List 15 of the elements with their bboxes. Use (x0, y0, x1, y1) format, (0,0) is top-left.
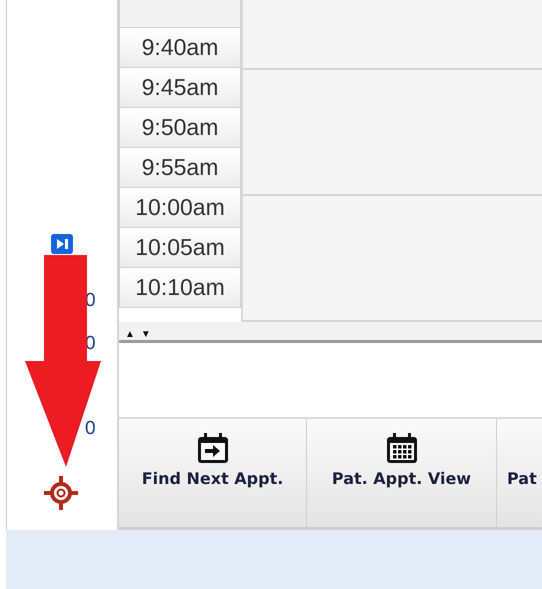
toolbar-button[interactable]: Pat (497, 419, 542, 527)
time-slot: 9:55am (119, 148, 241, 188)
count-label: 0 (85, 418, 96, 440)
skip-icon (51, 234, 73, 254)
time-slot: 9:50am (119, 108, 241, 148)
time-slot: 10:00am (119, 188, 241, 228)
scroll-arrow[interactable]: ▲ (125, 330, 135, 340)
toolbar-button[interactable]: Pat. Appt. View (307, 419, 497, 527)
time-slot: 10:10am (119, 268, 241, 308)
scroll-arrow[interactable]: ▼ (140, 330, 151, 340)
target-icon[interactable] (43, 475, 79, 511)
time-slot: 9:40am (119, 28, 241, 68)
toolbar-button[interactable]: Find Next Appt. (119, 419, 307, 527)
time-slot: 9:45am (119, 68, 241, 108)
time-slot: 10:05am (119, 228, 241, 268)
